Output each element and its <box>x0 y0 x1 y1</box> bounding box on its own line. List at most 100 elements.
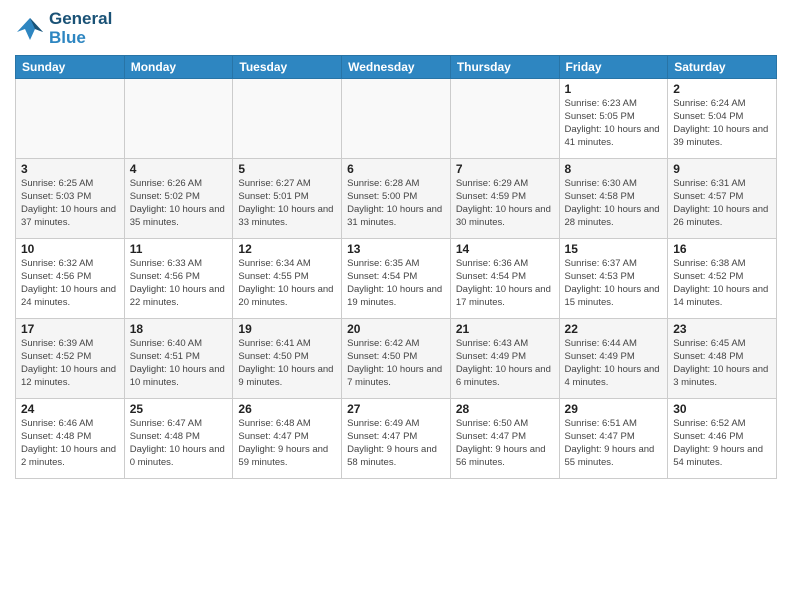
day-info: Sunrise: 6:29 AM Sunset: 4:59 PM Dayligh… <box>456 178 554 229</box>
day-info: Sunrise: 6:41 AM Sunset: 4:50 PM Dayligh… <box>238 338 336 389</box>
day-info: Sunrise: 6:24 AM Sunset: 5:04 PM Dayligh… <box>673 98 771 149</box>
day-number: 27 <box>347 402 445 416</box>
calendar-week-1: 1 Sunrise: 6:23 AM Sunset: 5:05 PM Daylig… <box>16 79 777 159</box>
calendar-day-9: 9 Sunrise: 6:31 AM Sunset: 4:57 PM Daylig… <box>668 159 777 239</box>
day-info: Sunrise: 6:39 AM Sunset: 4:52 PM Dayligh… <box>21 338 119 389</box>
calendar-day-2: 2 Sunrise: 6:24 AM Sunset: 5:04 PM Daylig… <box>668 79 777 159</box>
calendar-header-thursday: Thursday <box>450 56 559 79</box>
page: General Blue SundayMondayTuesdayWednesda… <box>0 0 792 612</box>
day-number: 1 <box>565 82 663 96</box>
day-number: 20 <box>347 322 445 336</box>
day-number: 10 <box>21 242 119 256</box>
calendar-header-wednesday: Wednesday <box>342 56 451 79</box>
day-number: 18 <box>130 322 228 336</box>
day-number: 3 <box>21 162 119 176</box>
calendar-day-11: 11 Sunrise: 6:33 AM Sunset: 4:56 PM Dayli… <box>124 239 233 319</box>
day-info: Sunrise: 6:48 AM Sunset: 4:47 PM Dayligh… <box>238 418 336 469</box>
day-number: 8 <box>565 162 663 176</box>
calendar-day-21: 21 Sunrise: 6:43 AM Sunset: 4:49 PM Dayli… <box>450 319 559 399</box>
day-number: 2 <box>673 82 771 96</box>
calendar-day-22: 22 Sunrise: 6:44 AM Sunset: 4:49 PM Dayli… <box>559 319 668 399</box>
calendar-week-3: 10 Sunrise: 6:32 AM Sunset: 4:56 PM Dayli… <box>16 239 777 319</box>
calendar-day-15: 15 Sunrise: 6:37 AM Sunset: 4:53 PM Dayli… <box>559 239 668 319</box>
day-number: 21 <box>456 322 554 336</box>
calendar-day-26: 26 Sunrise: 6:48 AM Sunset: 4:47 PM Dayli… <box>233 399 342 479</box>
calendar-header-friday: Friday <box>559 56 668 79</box>
day-info: Sunrise: 6:49 AM Sunset: 4:47 PM Dayligh… <box>347 418 445 469</box>
day-info: Sunrise: 6:40 AM Sunset: 4:51 PM Dayligh… <box>130 338 228 389</box>
logo: General Blue <box>15 10 112 47</box>
day-number: 22 <box>565 322 663 336</box>
calendar: SundayMondayTuesdayWednesdayThursdayFrid… <box>15 55 777 479</box>
day-info: Sunrise: 6:50 AM Sunset: 4:47 PM Dayligh… <box>456 418 554 469</box>
day-number: 19 <box>238 322 336 336</box>
day-number: 26 <box>238 402 336 416</box>
calendar-day-17: 17 Sunrise: 6:39 AM Sunset: 4:52 PM Dayli… <box>16 319 125 399</box>
day-number: 6 <box>347 162 445 176</box>
calendar-header-tuesday: Tuesday <box>233 56 342 79</box>
calendar-day-27: 27 Sunrise: 6:49 AM Sunset: 4:47 PM Dayli… <box>342 399 451 479</box>
calendar-header-monday: Monday <box>124 56 233 79</box>
calendar-header-sunday: Sunday <box>16 56 125 79</box>
day-info: Sunrise: 6:23 AM Sunset: 5:05 PM Dayligh… <box>565 98 663 149</box>
calendar-week-4: 17 Sunrise: 6:39 AM Sunset: 4:52 PM Dayli… <box>16 319 777 399</box>
day-info: Sunrise: 6:44 AM Sunset: 4:49 PM Dayligh… <box>565 338 663 389</box>
day-number: 24 <box>21 402 119 416</box>
calendar-day-28: 28 Sunrise: 6:50 AM Sunset: 4:47 PM Dayli… <box>450 399 559 479</box>
calendar-header-saturday: Saturday <box>668 56 777 79</box>
calendar-day-29: 29Sunrise: 6:51 AM Sunset: 4:47 PM Dayli… <box>559 399 668 479</box>
day-info: Sunrise: 6:27 AM Sunset: 5:01 PM Dayligh… <box>238 178 336 229</box>
calendar-day-7: 7 Sunrise: 6:29 AM Sunset: 4:59 PM Daylig… <box>450 159 559 239</box>
calendar-empty <box>450 79 559 159</box>
header: General Blue <box>15 10 777 47</box>
calendar-day-19: 19 Sunrise: 6:41 AM Sunset: 4:50 PM Dayli… <box>233 319 342 399</box>
day-info: Sunrise: 6:26 AM Sunset: 5:02 PM Dayligh… <box>130 178 228 229</box>
calendar-day-10: 10 Sunrise: 6:32 AM Sunset: 4:56 PM Dayli… <box>16 239 125 319</box>
day-info: Sunrise: 6:28 AM Sunset: 5:00 PM Dayligh… <box>347 178 445 229</box>
day-number: 15 <box>565 242 663 256</box>
calendar-empty <box>342 79 451 159</box>
calendar-day-25: 25Sunrise: 6:47 AM Sunset: 4:48 PM Dayli… <box>124 399 233 479</box>
day-number: 28 <box>456 402 554 416</box>
day-number: 12 <box>238 242 336 256</box>
day-number: 9 <box>673 162 771 176</box>
logo-text: General Blue <box>49 10 112 47</box>
day-info: Sunrise: 6:32 AM Sunset: 4:56 PM Dayligh… <box>21 258 119 309</box>
day-info: Sunrise: 6:33 AM Sunset: 4:56 PM Dayligh… <box>130 258 228 309</box>
calendar-day-12: 12Sunrise: 6:34 AM Sunset: 4:55 PM Dayli… <box>233 239 342 319</box>
calendar-day-5: 5 Sunrise: 6:27 AM Sunset: 5:01 PM Daylig… <box>233 159 342 239</box>
calendar-empty <box>233 79 342 159</box>
calendar-day-1: 1 Sunrise: 6:23 AM Sunset: 5:05 PM Daylig… <box>559 79 668 159</box>
day-number: 30 <box>673 402 771 416</box>
calendar-day-6: 6 Sunrise: 6:28 AM Sunset: 5:00 PM Daylig… <box>342 159 451 239</box>
calendar-day-4: 4 Sunrise: 6:26 AM Sunset: 5:02 PM Daylig… <box>124 159 233 239</box>
day-number: 7 <box>456 162 554 176</box>
day-number: 23 <box>673 322 771 336</box>
calendar-day-8: 8Sunrise: 6:30 AM Sunset: 4:58 PM Daylig… <box>559 159 668 239</box>
calendar-day-23: 23Sunrise: 6:45 AM Sunset: 4:48 PM Dayli… <box>668 319 777 399</box>
day-info: Sunrise: 6:37 AM Sunset: 4:53 PM Dayligh… <box>565 258 663 309</box>
calendar-day-30: 30 Sunrise: 6:52 AM Sunset: 4:46 PM Dayli… <box>668 399 777 479</box>
day-info: Sunrise: 6:36 AM Sunset: 4:54 PM Dayligh… <box>456 258 554 309</box>
day-number: 4 <box>130 162 228 176</box>
calendar-day-13: 13 Sunrise: 6:35 AM Sunset: 4:54 PM Dayli… <box>342 239 451 319</box>
day-number: 5 <box>238 162 336 176</box>
calendar-header-row: SundayMondayTuesdayWednesdayThursdayFrid… <box>16 56 777 79</box>
day-info: Sunrise: 6:52 AM Sunset: 4:46 PM Dayligh… <box>673 418 771 469</box>
calendar-day-20: 20Sunrise: 6:42 AM Sunset: 4:50 PM Dayli… <box>342 319 451 399</box>
day-info: Sunrise: 6:35 AM Sunset: 4:54 PM Dayligh… <box>347 258 445 309</box>
calendar-day-14: 14 Sunrise: 6:36 AM Sunset: 4:54 PM Dayli… <box>450 239 559 319</box>
logo-icon <box>15 14 45 44</box>
calendar-day-24: 24Sunrise: 6:46 AM Sunset: 4:48 PM Dayli… <box>16 399 125 479</box>
day-number: 14 <box>456 242 554 256</box>
day-number: 29 <box>565 402 663 416</box>
day-number: 13 <box>347 242 445 256</box>
day-info: Sunrise: 6:31 AM Sunset: 4:57 PM Dayligh… <box>673 178 771 229</box>
day-info: Sunrise: 6:25 AM Sunset: 5:03 PM Dayligh… <box>21 178 119 229</box>
day-number: 11 <box>130 242 228 256</box>
day-info: Sunrise: 6:47 AM Sunset: 4:48 PM Dayligh… <box>130 418 228 469</box>
calendar-empty <box>16 79 125 159</box>
day-info: Sunrise: 6:43 AM Sunset: 4:49 PM Dayligh… <box>456 338 554 389</box>
calendar-day-16: 16Sunrise: 6:38 AM Sunset: 4:52 PM Dayli… <box>668 239 777 319</box>
day-number: 17 <box>21 322 119 336</box>
